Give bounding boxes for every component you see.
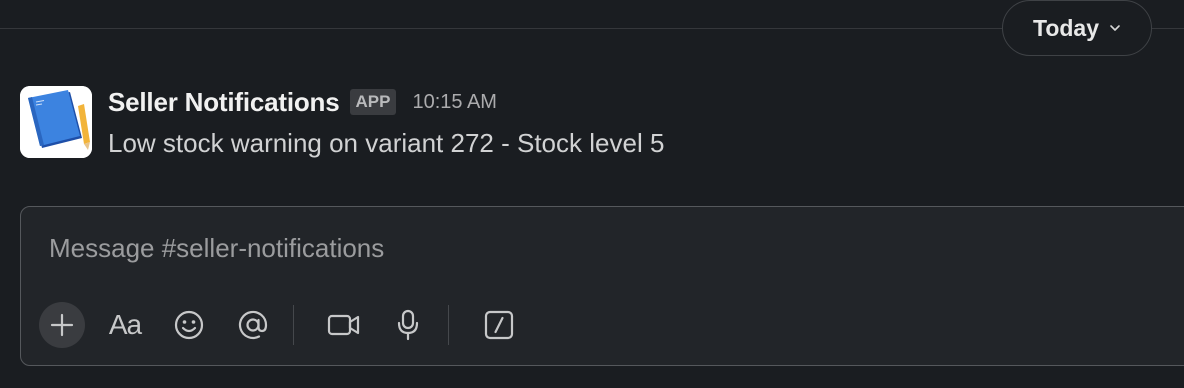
slash-shortcut-icon — [484, 310, 514, 340]
app-avatar[interactable] — [20, 86, 92, 158]
formatting-label: Aa — [108, 309, 142, 340]
mention-button[interactable] — [229, 301, 277, 349]
notebook-icon — [20, 86, 92, 158]
message-item: Seller Notifications APP 10:15 AM Low st… — [20, 86, 1184, 166]
date-divider-button[interactable]: Today — [1002, 0, 1152, 56]
date-divider-label: Today — [1032, 14, 1100, 41]
attach-button[interactable] — [39, 302, 85, 348]
message-text: Low stock warning on variant 272 - Stock… — [108, 128, 665, 158]
emoji-icon — [174, 310, 204, 340]
video-clip-button[interactable] — [320, 301, 368, 349]
at-mention-icon — [238, 310, 268, 340]
plus-icon — [50, 313, 74, 337]
video-icon — [327, 314, 360, 336]
chevron-down-icon — [1109, 22, 1121, 34]
toolbar-separator — [448, 305, 449, 345]
shortcuts-button[interactable] — [475, 301, 523, 349]
app-badge: APP — [349, 89, 397, 115]
sender-name[interactable]: Seller Notifications — [108, 87, 340, 118]
message-body: Seller Notifications APP 10:15 AM Low st… — [108, 86, 664, 159]
message-composer: Aa — [20, 206, 1184, 366]
formatting-button[interactable]: Aa — [101, 301, 149, 349]
audio-clip-button[interactable] — [384, 301, 432, 349]
toolbar-separator — [293, 305, 294, 345]
message-header: Seller Notifications APP 10:15 AM — [108, 86, 664, 118]
message-input[interactable] — [47, 227, 1151, 269]
microphone-icon — [397, 309, 419, 341]
message-timestamp[interactable]: 10:15 AM — [412, 91, 497, 114]
channel-view: Today Seller Notifications APP 10:15 AM … — [0, 0, 1184, 388]
emoji-button[interactable] — [165, 301, 213, 349]
composer-toolbar: Aa — [39, 301, 539, 349]
